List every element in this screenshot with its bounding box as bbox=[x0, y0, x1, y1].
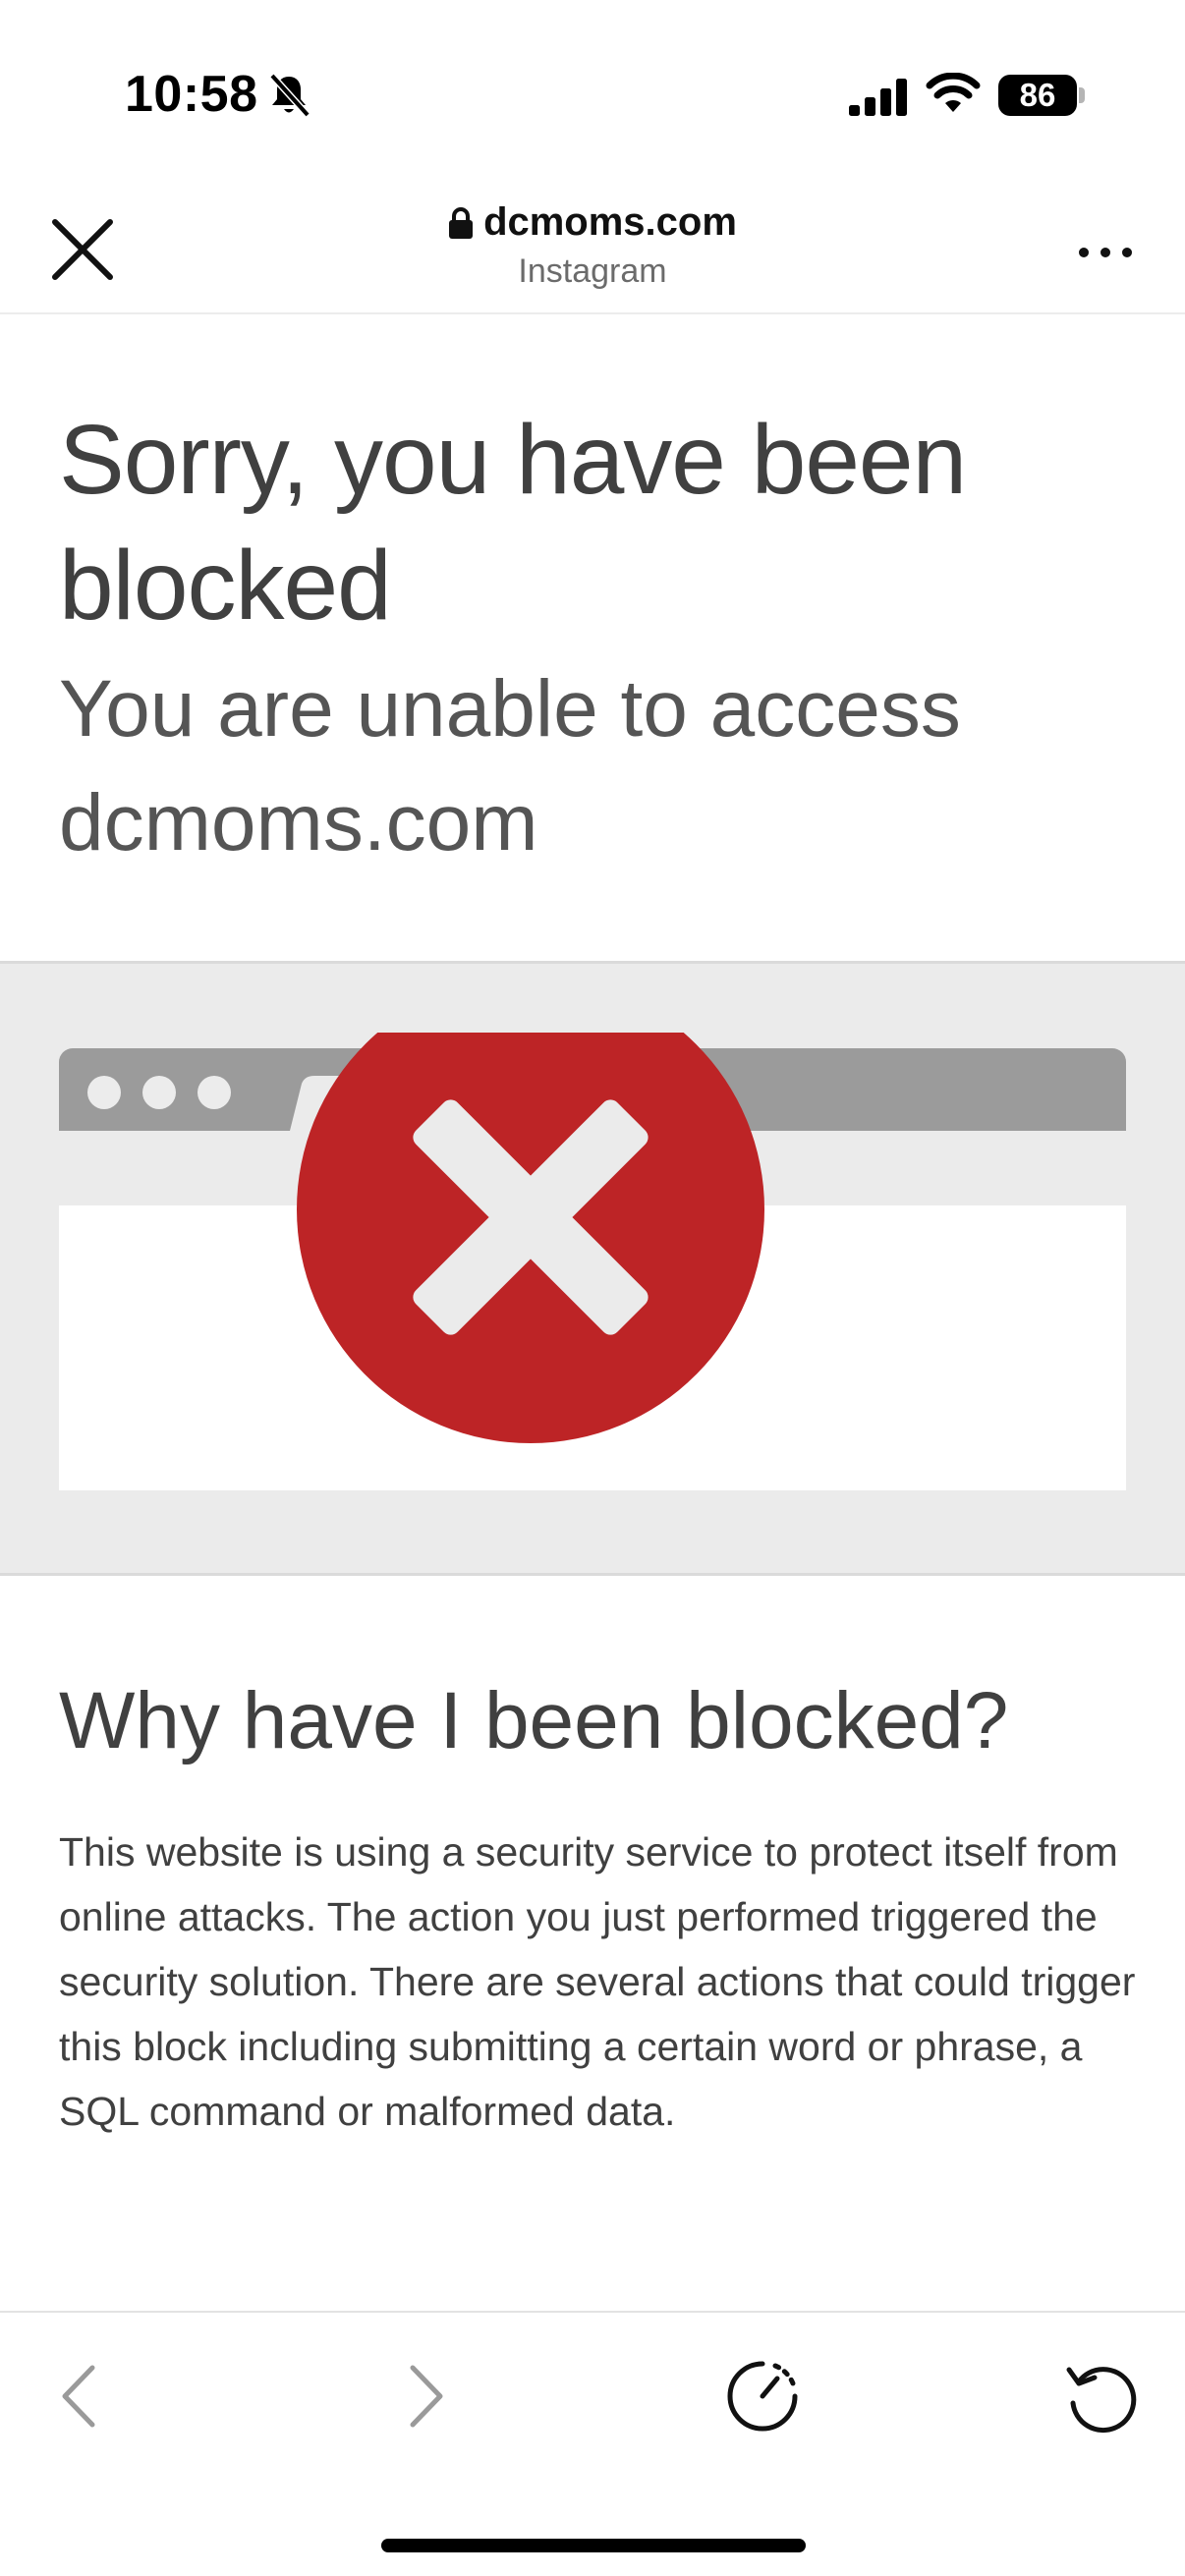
chevron-left-icon bbox=[62, 2365, 95, 2428]
screen: 10:58 86 dcmoms.com Instagram Sorry, you… bbox=[0, 0, 1185, 2576]
url-source: Instagram bbox=[518, 252, 667, 290]
bell-muted-icon bbox=[269, 73, 310, 118]
browser-header: dcmoms.com Instagram bbox=[0, 177, 1185, 314]
speed-timer-icon bbox=[727, 2361, 798, 2432]
signal-icon bbox=[849, 79, 907, 116]
reload-button[interactable] bbox=[1057, 2352, 1146, 2440]
wifi-icon bbox=[926, 73, 981, 112]
url-line: dcmoms.com bbox=[448, 200, 737, 245]
section-body: This website is using a security service… bbox=[59, 1829, 1136, 2134]
battery-cap bbox=[1079, 87, 1085, 103]
page-content: Sorry, you have been blocked You are una… bbox=[0, 316, 1185, 2311]
lock-icon bbox=[449, 206, 474, 239]
section-title: Why have I been blocked? bbox=[59, 1676, 1009, 1765]
status-bar: 10:58 86 bbox=[0, 0, 1185, 177]
status-time: 10:58 bbox=[125, 66, 258, 123]
browser-toolbar bbox=[0, 2311, 1185, 2576]
close-button[interactable] bbox=[39, 206, 126, 293]
more-dots-icon bbox=[1079, 248, 1132, 257]
battery-icon: 86 bbox=[998, 75, 1085, 116]
forward-button[interactable] bbox=[379, 2352, 468, 2440]
url-display[interactable]: dcmoms.com Instagram bbox=[295, 200, 890, 291]
battery-level: 86 bbox=[1019, 77, 1056, 113]
home-indicator[interactable] bbox=[381, 2539, 806, 2552]
more-options-button[interactable] bbox=[1071, 228, 1140, 277]
page-headline: Sorry, you have been blocked bbox=[59, 405, 967, 641]
page-subheadline: You are unable to access dcmoms.com bbox=[59, 664, 961, 868]
chevron-right-icon bbox=[410, 2365, 443, 2428]
blocked-illustration bbox=[0, 961, 1185, 1576]
blocked-x-icon bbox=[297, 1033, 764, 1443]
close-icon bbox=[52, 219, 113, 280]
url-domain: dcmoms.com bbox=[483, 200, 737, 244]
back-button[interactable] bbox=[37, 2352, 126, 2440]
reload-icon bbox=[1066, 2367, 1137, 2434]
speed-timer-button[interactable] bbox=[718, 2352, 807, 2440]
